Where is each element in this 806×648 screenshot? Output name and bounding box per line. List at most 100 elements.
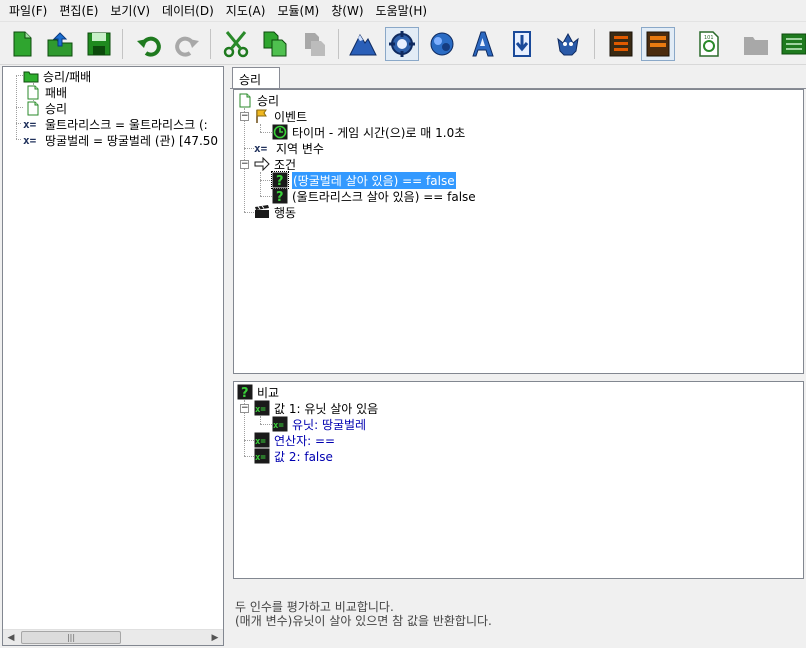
terrain-module-button[interactable] <box>346 27 380 61</box>
description-pane: 두 인수를 평가하고 비교합니다. (매개 변수)유닛이 살아 있으면 참 값을… <box>233 584 804 644</box>
param-unit-label: 유닛: 땅굴벌레 <box>292 417 367 432</box>
menu-window[interactable]: 창(W) <box>326 0 368 22</box>
undo-button[interactable] <box>132 27 166 61</box>
collapse-value1-icon[interactable]: − <box>240 404 249 413</box>
events-node[interactable]: 이벤트 <box>254 108 307 124</box>
tree-item-variable-nydus[interactable]: x= 땅굴벌레 = 땅굴벌레 (관) [47.50 <box>23 132 218 148</box>
event-timer[interactable]: 타이머 - 게임 시간(으)로 매 1.0초 <box>272 124 465 140</box>
toolbar: 101 <box>0 23 806 65</box>
horizontal-scrollbar[interactable]: ◀ ||| ▶ <box>3 629 223 645</box>
condition-label-selected: (땅굴벌레 살아 있음) == false <box>292 171 456 189</box>
trigger-module-button[interactable] <box>385 27 419 61</box>
test-document-button[interactable]: 101 <box>692 27 726 61</box>
trigger-module-icon <box>389 31 415 57</box>
tree-item-variable-ultralisk[interactable]: x= 울트라리스크 = 울트라리스크 (: <box>23 116 208 132</box>
tree-item-label: 울트라리스크 = 울트라리스크 (: <box>45 117 208 132</box>
menu-edit[interactable]: 편집(E) <box>54 0 103 22</box>
paste-icon <box>305 33 325 56</box>
function-detail-pane[interactable]: ? 비교 − x= 값 1: 유닛 살아 있음 x= 유닛: 땅굴벌레 x= 연… <box>233 381 804 579</box>
tree-item-label: 승리/패배 <box>43 69 92 84</box>
trigger-content-pane[interactable]: 승리 − 이벤트 타이머 - 게임 시간(으)로 매 1.0초 x= 지역 변수… <box>233 89 804 374</box>
param-value1[interactable]: x= 값 1: 유닛 살아 있음 <box>254 400 378 416</box>
redo-icon <box>175 36 199 57</box>
tree-item-folder[interactable]: 승리/패배 <box>23 68 91 84</box>
variable-icon: x= <box>23 133 37 147</box>
cut-button[interactable] <box>219 27 253 61</box>
svg-text:x=: x= <box>255 437 266 447</box>
param-value2[interactable]: x= 값 2: false <box>254 448 333 464</box>
import-module-button[interactable] <box>505 27 539 61</box>
menu-help[interactable]: 도움말(H) <box>371 0 433 22</box>
text-module-icon <box>472 31 494 57</box>
collapse-events-icon[interactable]: − <box>240 112 249 121</box>
tree-item-defeat[interactable]: 패배 <box>25 84 67 100</box>
question-icon: ? <box>272 188 288 204</box>
trigger-page-icon <box>237 92 253 108</box>
menu-bar: 파일(F) 편집(E) 보기(V) 데이터(D) 지도(A) 모듈(M) 창(W… <box>0 0 806 22</box>
param-value1-label: 값 1: 유닛 살아 있음 <box>274 401 379 416</box>
data-module-button[interactable] <box>425 27 459 61</box>
copy-button[interactable] <box>258 27 292 61</box>
redo-button[interactable] <box>170 27 204 61</box>
trigger-title-row[interactable]: 승리 <box>237 92 279 108</box>
svg-text:x=: x= <box>255 453 266 463</box>
scroll-left-icon[interactable]: ◀ <box>3 630 19 646</box>
trigger-page-icon <box>25 84 41 100</box>
timer-icon <box>272 124 288 140</box>
local-variables-node[interactable]: x= 지역 변수 <box>254 140 324 156</box>
ai-module-button[interactable] <box>551 27 585 61</box>
svg-text:?: ? <box>276 174 284 188</box>
menu-map[interactable]: 지도(A) <box>221 0 271 22</box>
actions-label: 행동 <box>274 205 297 220</box>
terrain-module-icon <box>349 33 377 56</box>
variable-icon: x= <box>254 141 268 155</box>
condition-label: (울트라리스크 살아 있음) == false <box>292 189 476 204</box>
new-button[interactable] <box>5 27 39 61</box>
folder-icon <box>744 37 768 55</box>
param-unit[interactable]: x= 유닛: 땅굴벌레 <box>272 416 366 432</box>
parameter-icon: x= <box>254 448 270 464</box>
preview-module-icon <box>646 31 670 57</box>
console-icon <box>781 33 806 55</box>
condition-ultralisk-alive[interactable]: ? (울트라리스크 살아 있음) == false <box>272 188 476 204</box>
svg-text:?: ? <box>241 386 249 400</box>
preview-module-button[interactable] <box>641 27 675 61</box>
actions-node[interactable]: 행동 <box>254 204 296 220</box>
parameter-icon: x= <box>254 432 270 448</box>
conditions-node[interactable]: 조건 <box>254 156 296 172</box>
collapse-conditions-icon[interactable]: − <box>240 160 249 169</box>
folder-button[interactable] <box>739 27 773 61</box>
conditions-label: 조건 <box>274 157 297 172</box>
trigger-list-pane[interactable]: 승리/패배 패배 승리 x= 울트라리스크 = 울트라리스크 (: x= 땅굴벌… <box>2 66 224 646</box>
text-module-button[interactable] <box>465 27 499 61</box>
question-icon: ? <box>271 171 289 189</box>
parameter-icon: x= <box>272 416 288 432</box>
arrow-right-icon <box>254 156 270 172</box>
folder-icon <box>23 68 39 84</box>
svg-text:?: ? <box>276 190 284 204</box>
function-title-row[interactable]: ? 비교 <box>237 384 279 400</box>
paste-button[interactable] <box>297 27 331 61</box>
tree-item-label: 땅굴벌레 = 땅굴벌레 (관) [47.50 <box>45 133 219 148</box>
condition-nydus-alive[interactable]: ? (땅굴벌레 살아 있음) == false <box>271 171 456 189</box>
cutscene-module-button[interactable] <box>604 27 638 61</box>
description-line-1: 두 인수를 평가하고 비교합니다. <box>235 600 394 614</box>
menu-view[interactable]: 보기(V) <box>105 0 155 22</box>
new-icon <box>13 31 32 57</box>
tab-victory[interactable]: 승리 <box>232 67 280 89</box>
svg-text:x=: x= <box>273 421 284 431</box>
menu-file[interactable]: 파일(F) <box>4 0 52 22</box>
scroll-right-icon[interactable]: ▶ <box>207 630 223 646</box>
save-button[interactable] <box>82 27 116 61</box>
console-button[interactable] <box>777 27 806 61</box>
clapperboard-icon <box>254 204 270 220</box>
param-operator[interactable]: x= 연산자: == <box>254 432 335 448</box>
tree-item-victory[interactable]: 승리 <box>25 100 67 116</box>
open-button[interactable] <box>43 27 77 61</box>
menu-data[interactable]: 데이터(D) <box>157 0 219 22</box>
cutscene-module-icon <box>609 31 633 57</box>
menu-module[interactable]: 모듈(M) <box>272 0 324 22</box>
flag-icon <box>254 108 270 124</box>
trigger-name: 승리 <box>257 93 280 108</box>
scrollbar-thumb[interactable]: ||| <box>21 631 121 644</box>
